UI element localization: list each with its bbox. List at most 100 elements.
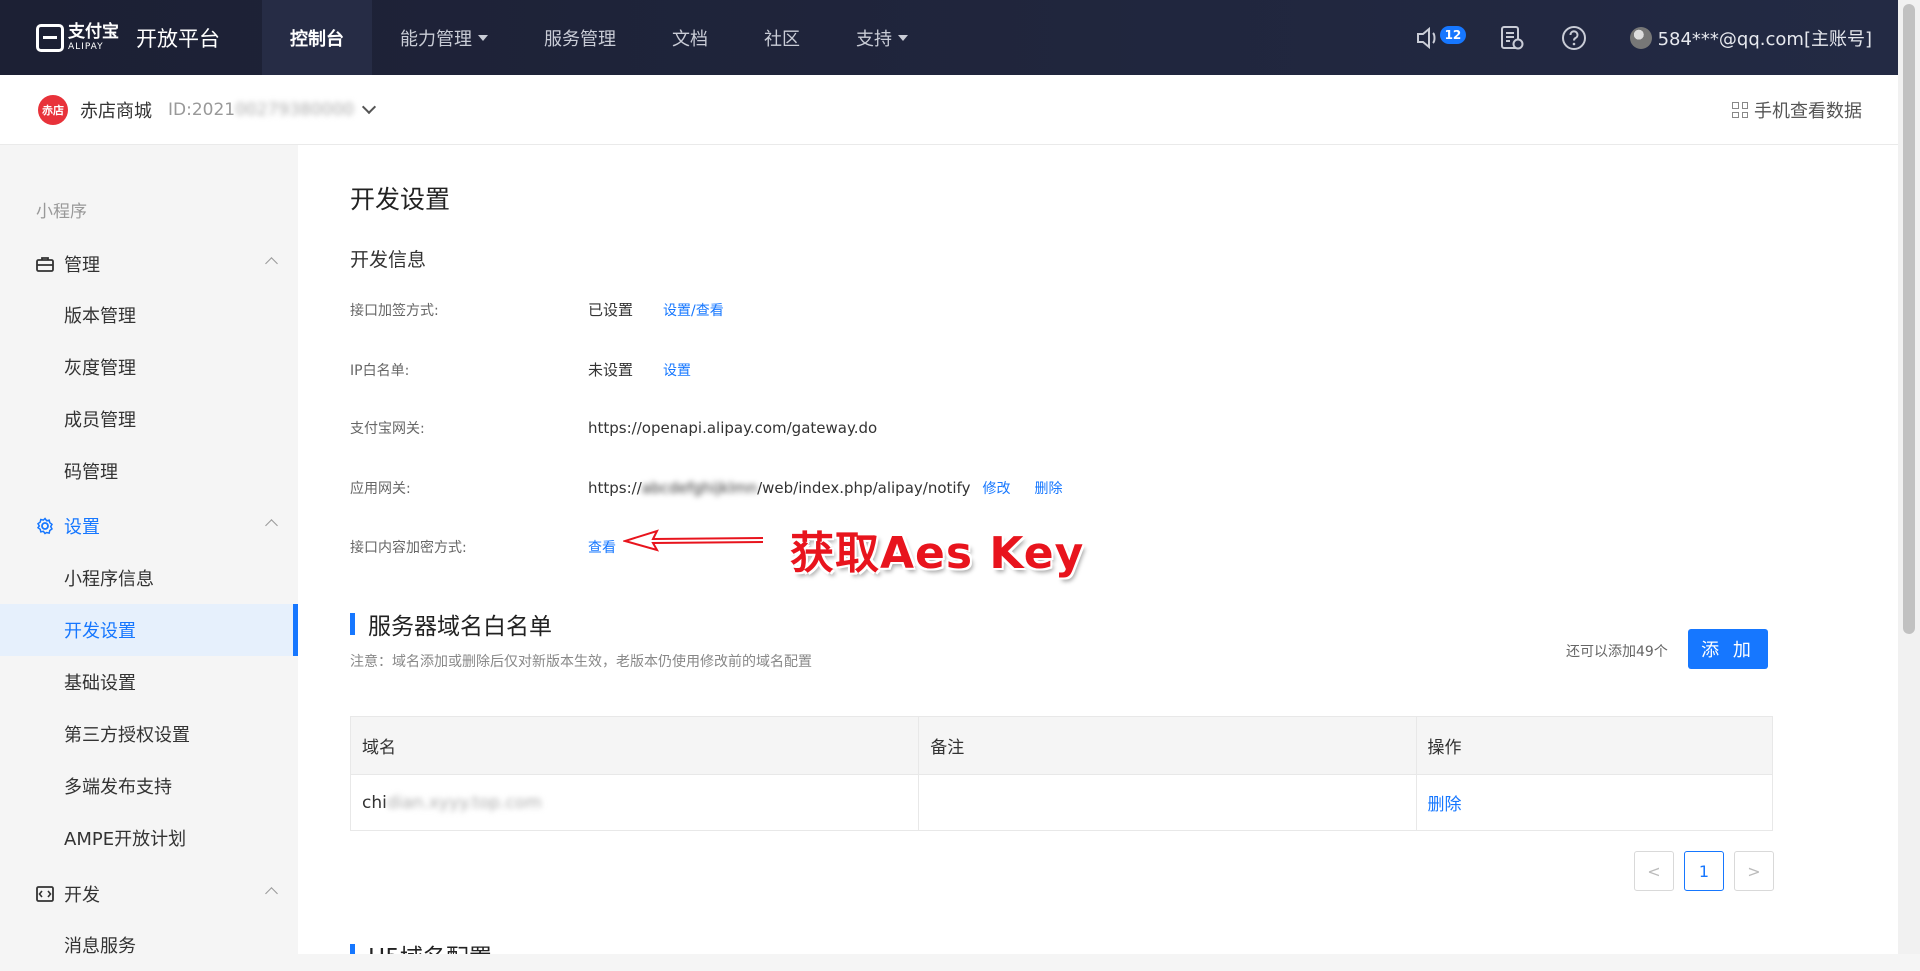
sidebar-item-members[interactable]: 成员管理 [0, 393, 298, 445]
ip-settings-link[interactable]: 设置 [663, 360, 691, 380]
row-label: 应用网关: [350, 481, 411, 497]
sidebar-item-label: 基础设置 [64, 673, 136, 694]
sidebar-item-label: 开发设置 [64, 621, 136, 642]
sidebar-group-label: 管理 [64, 255, 100, 276]
row-value: 未设置 [588, 361, 634, 379]
sidebar-item-label: 消息服务 [64, 936, 136, 957]
row-value-suffix: /web/index.php/alipay/notify [757, 479, 971, 497]
chevron-up-icon [265, 257, 278, 270]
sidebar-item-label: AMPE开放计划 [64, 829, 187, 850]
sidebar-item-gray[interactable]: 灰度管理 [0, 341, 298, 393]
nav-community[interactable]: 社区 [736, 0, 828, 75]
brand[interactable]: 支付宝 ALIPAY 开放平台 [36, 0, 220, 75]
next-page-button[interactable]: > [1734, 851, 1774, 891]
code-icon [36, 885, 54, 903]
chevron-up-icon [265, 887, 278, 900]
nav-service[interactable]: 服务管理 [516, 0, 644, 75]
notice-badge: 12 [1439, 25, 1467, 44]
col-remark: 备注 [919, 717, 1417, 774]
row-label: 接口加签方式: [350, 302, 439, 319]
sidebar-item-label: 灰度管理 [64, 358, 136, 379]
sidebar-item-app-info[interactable]: 小程序信息 [0, 552, 298, 604]
sidebar-item-third-party[interactable]: 第三方授权设置 [0, 708, 298, 760]
sidebar-item-label: 成员管理 [64, 410, 136, 431]
sidebar-item-message[interactable]: 消息服务 [0, 919, 298, 971]
nav-support[interactable]: 支持 [828, 0, 936, 75]
nav-label: 控制台 [290, 28, 344, 50]
sidebar-group-label: 开发 [64, 885, 100, 906]
row-sign: 接口加签方式: 已设置 设置/查看 [350, 299, 724, 320]
top-navbar: 支付宝 ALIPAY 开放平台 控制台 能力管理 服务管理 文档 社区 支持 1… [0, 0, 1920, 75]
main-content: 开发设置 开发信息 接口加签方式: 已设置 设置/查看 IP白名单: 未设置 设… [298, 145, 1898, 954]
app-id-prefix: 2021 [191, 100, 236, 120]
chevron-up-icon [265, 519, 278, 532]
mobile-data-link[interactable]: 手机查看数据 [1732, 75, 1862, 145]
sidebar-group-dev[interactable]: 开发 [36, 881, 280, 907]
add-domain-button[interactable]: 添 加 [1688, 629, 1768, 669]
nav-console[interactable]: 控制台 [262, 0, 372, 75]
delete-domain-link[interactable]: 删除 [1417, 775, 1773, 830]
alipay-logo: 支付宝 ALIPAY [36, 18, 120, 58]
nav-right: 12 584***@qq.com[主账号] [1414, 0, 1872, 75]
sidebar-group-settings[interactable]: 设置 [36, 513, 280, 539]
caret-down-icon [898, 34, 908, 41]
nav-label: 服务管理 [544, 28, 616, 50]
row-gateway: 支付宝网关: https://openapi.alipay.com/gatewa… [350, 418, 877, 438]
cell-remark [919, 775, 1417, 830]
row-app-gateway: 应用网关: https:// abcdefghijklmn /web/index… [350, 478, 1062, 498]
task-list-icon[interactable] [1498, 24, 1526, 52]
brand-en: ALIPAY [68, 41, 104, 52]
page-scrollbar[interactable] [1898, 0, 1920, 954]
section-bar [350, 613, 355, 635]
sidebar-item-ampe[interactable]: AMPE开放计划 [0, 812, 298, 864]
nav-label: 支持 [856, 28, 892, 50]
sidebar-item-label: 第三方授权设置 [64, 725, 190, 746]
app-switcher[interactable]: 赤店 赤店商城 ID: 2021 00279380000 [38, 75, 377, 145]
domain-table: 域名 备注 操作 chi dian.xyyy.top.com 删除 [350, 716, 1773, 831]
sidebar-group-manage[interactable]: 管理 [36, 251, 280, 277]
remaining-count: 还可以添加49个 [1566, 644, 1668, 660]
help-icon[interactable] [1560, 24, 1588, 52]
brand-cn: 支付宝 [68, 21, 119, 42]
caret-down-icon [478, 34, 488, 41]
edit-gateway-link[interactable]: 修改 [982, 478, 1010, 498]
sidebar-item-label: 多端发布支持 [64, 777, 172, 798]
chevron-down-icon[interactable] [362, 99, 377, 115]
gear-icon [36, 517, 54, 535]
sidebar-item-label: 小程序信息 [64, 569, 154, 590]
domain-section-note: 注意：域名添加或删除后仅对新版本生效，老版本仍使用修改前的域名配置 [350, 654, 812, 670]
annotation-text: 获取Aes Key [790, 528, 1085, 579]
sidebar-item-version[interactable]: 版本管理 [0, 289, 298, 341]
section-title-text: H5域名配置 [368, 938, 492, 954]
nav-docs[interactable]: 文档 [644, 0, 736, 75]
pagination: < 1 > [1634, 851, 1774, 891]
briefcase-icon [36, 255, 54, 273]
row-value-hidden: abcdefghijklmn [641, 479, 758, 497]
section-title-text: 服务器域名白名单 [368, 614, 552, 640]
account-menu[interactable]: 584***@qq.com[主账号] [1629, 25, 1872, 51]
view-aes-link[interactable]: 查看 [588, 537, 616, 557]
scroll-thumb[interactable] [1903, 4, 1915, 634]
sidebar-section-title: 小程序 [36, 202, 87, 222]
sidebar-item-basic-settings[interactable]: 基础设置 [0, 656, 298, 708]
row-label: 接口内容加密方式: [350, 540, 467, 556]
sidebar-item-codes[interactable]: 码管理 [0, 445, 298, 497]
app-logo: 赤店 [38, 95, 68, 125]
row-value: https://openapi.alipay.com/gateway.do [588, 419, 878, 437]
col-domain: 域名 [351, 717, 920, 774]
sidebar-item-dev-settings[interactable]: 开发设置 [0, 604, 298, 656]
row-label: 支付宝网关: [350, 421, 425, 437]
red-arrow-icon [623, 529, 763, 552]
section-bar [350, 944, 355, 954]
mobile-data-label: 手机查看数据 [1754, 101, 1862, 122]
sign-settings-link[interactable]: 设置/查看 [663, 300, 724, 320]
row-encrypt: 接口内容加密方式: 查看 [350, 537, 616, 557]
app-bar: 赤店 赤店商城 ID: 2021 00279380000 手机查看数据 [0, 75, 1920, 145]
sidebar-item-multi-platform[interactable]: 多端发布支持 [0, 760, 298, 812]
speaker-icon[interactable]: 12 [1414, 24, 1467, 52]
col-action: 操作 [1427, 738, 1462, 758]
page-1-button[interactable]: 1 [1684, 851, 1724, 891]
prev-page-button[interactable]: < [1634, 851, 1674, 891]
delete-gateway-link[interactable]: 删除 [1034, 478, 1062, 498]
nav-capability[interactable]: 能力管理 [372, 0, 516, 75]
